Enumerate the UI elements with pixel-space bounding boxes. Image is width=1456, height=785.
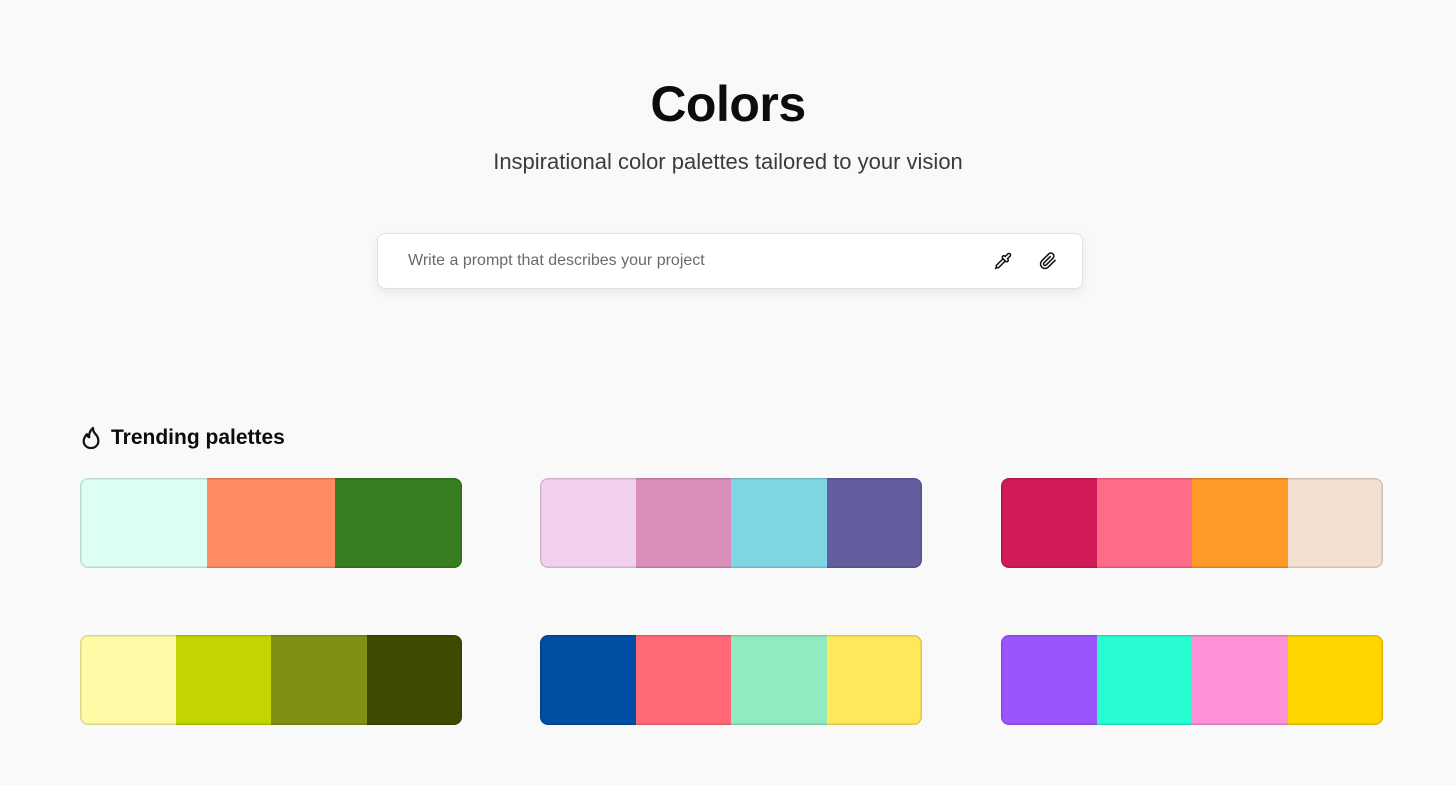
- color-swatch[interactable]: [271, 635, 367, 725]
- prompt-box: [377, 233, 1083, 289]
- trending-title: Trending palettes: [111, 426, 285, 449]
- color-swatch[interactable]: [334, 478, 462, 568]
- color-swatch[interactable]: [635, 635, 731, 725]
- page-subtitle: Inspirational color palettes tailored to…: [493, 149, 963, 174]
- color-swatch[interactable]: [1192, 635, 1288, 725]
- palette-card[interactable]: [540, 478, 922, 568]
- color-swatch[interactable]: [1096, 478, 1192, 568]
- page: Colors Inspirational color palettes tail…: [0, 0, 1456, 785]
- color-swatch[interactable]: [80, 635, 176, 725]
- eyedropper-icon[interactable]: [992, 250, 1014, 272]
- flame-icon: [80, 426, 102, 450]
- palette-card[interactable]: [540, 635, 922, 725]
- color-swatch[interactable]: [1001, 478, 1097, 568]
- color-swatch[interactable]: [1287, 635, 1383, 725]
- color-swatch[interactable]: [826, 478, 922, 568]
- color-swatch[interactable]: [175, 635, 271, 725]
- color-swatch[interactable]: [540, 635, 636, 725]
- prompt-input[interactable]: [408, 234, 968, 288]
- palette-card[interactable]: [1001, 635, 1383, 725]
- trending-header: Trending palettes: [80, 424, 285, 452]
- color-swatch[interactable]: [826, 635, 922, 725]
- color-swatch[interactable]: [1096, 635, 1192, 725]
- color-swatch[interactable]: [635, 478, 731, 568]
- palette-card[interactable]: [80, 478, 462, 568]
- color-swatch[interactable]: [1287, 478, 1383, 568]
- color-swatch[interactable]: [80, 478, 208, 568]
- color-swatch[interactable]: [731, 478, 827, 568]
- palette-card[interactable]: [1001, 478, 1383, 568]
- paperclip-icon[interactable]: [1037, 250, 1059, 272]
- palette-card[interactable]: [80, 635, 462, 725]
- color-swatch[interactable]: [1192, 478, 1288, 568]
- page-title: Colors: [650, 76, 806, 132]
- color-swatch[interactable]: [731, 635, 827, 725]
- color-swatch[interactable]: [207, 478, 335, 568]
- color-swatch[interactable]: [540, 478, 636, 568]
- color-swatch[interactable]: [366, 635, 462, 725]
- color-swatch[interactable]: [1001, 635, 1097, 725]
